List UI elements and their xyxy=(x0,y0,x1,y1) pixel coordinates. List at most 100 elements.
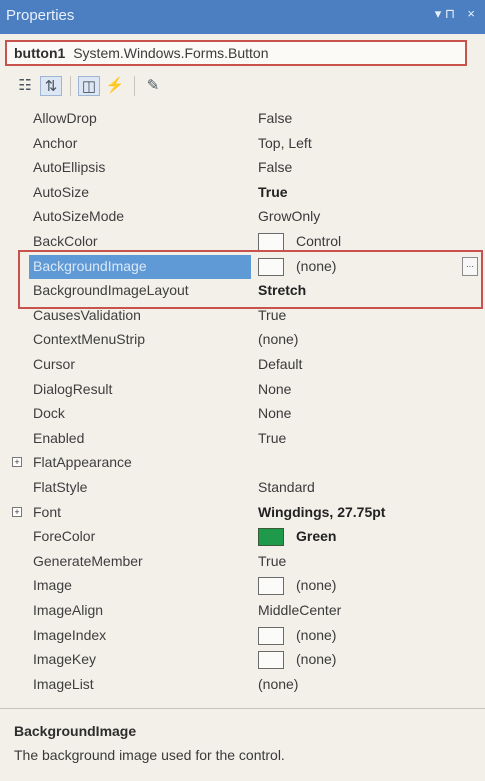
property-name: Cursor xyxy=(33,356,76,372)
property-value[interactable]: (none) xyxy=(258,331,298,347)
property-value[interactable]: (none) xyxy=(296,258,336,274)
property-value[interactable]: Top, Left xyxy=(258,135,312,151)
color-swatch xyxy=(258,577,284,595)
description-pane: BackgroundImage The background image use… xyxy=(0,708,485,781)
close-icon[interactable]: × xyxy=(467,6,475,21)
property-value[interactable]: None xyxy=(258,381,291,397)
color-swatch xyxy=(258,233,284,251)
property-row-location[interactable]: +Location87, 101 xyxy=(0,697,485,701)
property-name: AutoEllipsis xyxy=(33,159,106,175)
property-row-backcolor[interactable]: BackColor Control xyxy=(0,230,485,254)
property-row-anchor[interactable]: Anchor Top, Left xyxy=(0,132,485,156)
property-row-cursor[interactable]: Cursor Default xyxy=(0,353,485,377)
property-value[interactable]: Green xyxy=(296,528,336,544)
property-name: DialogResult xyxy=(33,381,113,397)
property-grid: AllowDrop False Anchor Top, Left AutoEllipsi… xyxy=(0,107,485,701)
property-name: AutoSizeMode xyxy=(33,208,125,224)
property-row-enabled[interactable]: Enabled True xyxy=(0,427,485,451)
property-row-backgroundimagelayout[interactable]: BackgroundImageLayout Stretch xyxy=(0,279,485,303)
property-name: ImageList xyxy=(33,676,94,692)
property-name: Anchor xyxy=(33,135,78,151)
property-value[interactable]: None xyxy=(258,405,291,421)
property-name: ImageAlign xyxy=(33,602,104,618)
property-name: Font xyxy=(33,504,62,520)
properties-titlebar: Properties ▾ ⊓ × xyxy=(0,0,485,34)
property-row-imageindex[interactable]: ImageIndex (none) xyxy=(0,624,485,648)
properties-icon[interactable]: ◫ xyxy=(78,76,100,96)
property-row-allowdrop[interactable]: AllowDrop False xyxy=(0,107,485,131)
categorized-icon[interactable]: ☷ xyxy=(14,76,36,96)
property-value[interactable]: (none) xyxy=(258,676,298,692)
property-value[interactable]: GrowOnly xyxy=(258,208,320,224)
property-row-imagealign[interactable]: ImageAlign MiddleCenter xyxy=(0,599,485,623)
property-name: CausesValidation xyxy=(33,307,141,323)
property-row-autosize[interactable]: AutoSize True xyxy=(0,181,485,205)
description-title: BackgroundImage xyxy=(14,723,137,739)
property-value[interactable]: Stretch xyxy=(258,282,306,298)
property-name: BackgroundImageLayout xyxy=(33,282,189,298)
property-row-imagelist[interactable]: ImageList (none) xyxy=(0,673,485,697)
description-text: The background image used for the contro… xyxy=(14,747,285,763)
ellipsis-button[interactable]: ... xyxy=(462,257,478,276)
object-type: System.Windows.Forms.Button xyxy=(73,45,269,61)
property-row-flatappearance[interactable]: + FlatAppearance xyxy=(0,451,485,475)
property-row-generatemember[interactable]: GenerateMember True xyxy=(0,550,485,574)
property-name: Dock xyxy=(33,405,65,421)
property-name: AllowDrop xyxy=(33,110,97,126)
property-value[interactable]: False xyxy=(258,110,292,126)
property-value[interactable]: 87, 101 xyxy=(258,700,305,701)
property-row-imagekey[interactable]: ImageKey (none) xyxy=(0,648,485,672)
properties-toolbar: ☷ ⇅ ◫ ⚡ ✎ xyxy=(12,74,472,100)
property-row-font[interactable]: + Font Wingdings, 27.75pt xyxy=(0,501,485,525)
color-swatch xyxy=(258,651,284,669)
events-lightning-icon[interactable]: ⚡ xyxy=(104,76,126,96)
property-name: GenerateMember xyxy=(33,553,143,569)
property-row-backgroundimage[interactable]: BackgroundImage (none)... xyxy=(0,255,485,279)
property-value[interactable]: (none) xyxy=(296,627,336,643)
object-name: button1 xyxy=(14,45,66,61)
property-name: Enabled xyxy=(33,430,85,446)
pin-icon[interactable]: ▾ ⊓ xyxy=(435,6,455,22)
property-value[interactable]: True xyxy=(258,430,286,446)
property-row-dialogresult[interactable]: DialogResult None xyxy=(0,378,485,402)
property-row-forecolor[interactable]: ForeColor Green xyxy=(0,525,485,549)
property-name: ContextMenuStrip xyxy=(33,331,146,347)
property-name: AutoSize xyxy=(33,184,90,200)
property-row-dock[interactable]: Dock None xyxy=(0,402,485,426)
property-value[interactable]: Standard xyxy=(258,479,315,495)
property-name: FlatStyle xyxy=(33,479,88,495)
property-value[interactable]: True xyxy=(258,184,288,200)
property-value[interactable]: Default xyxy=(258,356,302,372)
property-value[interactable]: (none) xyxy=(296,651,336,667)
property-value[interactable]: MiddleCenter xyxy=(258,602,341,618)
property-value[interactable]: (none) xyxy=(296,577,336,593)
color-swatch xyxy=(258,258,284,276)
property-row-image[interactable]: Image (none) xyxy=(0,574,485,598)
color-swatch xyxy=(258,627,284,645)
object-selector[interactable]: button1 System.Windows.Forms.Button xyxy=(5,40,467,66)
property-value[interactable]: True xyxy=(258,553,286,569)
property-name: ForeColor xyxy=(33,528,96,544)
property-name: Location xyxy=(33,700,248,701)
property-name: FlatAppearance xyxy=(33,454,132,470)
property-row-autoellipsis[interactable]: AutoEllipsis False xyxy=(0,156,485,180)
toolbar-separator xyxy=(134,76,135,96)
property-name: BackColor xyxy=(33,233,98,249)
expand-icon[interactable]: + xyxy=(12,457,22,467)
property-value[interactable]: Control xyxy=(296,233,341,249)
color-swatch xyxy=(258,528,284,546)
toolbar-separator xyxy=(70,76,71,96)
property-value[interactable]: Wingdings, 27.75pt xyxy=(258,504,385,520)
property-row-causesvalidation[interactable]: CausesValidation True xyxy=(0,304,485,328)
property-value[interactable]: True xyxy=(258,307,286,323)
property-row-flatstyle[interactable]: FlatStyle Standard xyxy=(0,476,485,500)
property-pages-icon[interactable]: ✎ xyxy=(142,76,164,96)
alphabetical-icon[interactable]: ⇅ xyxy=(40,76,62,96)
property-name: ImageKey xyxy=(33,651,97,667)
expand-icon[interactable]: + xyxy=(12,507,22,517)
property-value[interactable]: False xyxy=(258,159,292,175)
property-name: Image xyxy=(33,577,72,593)
window-title: Properties xyxy=(6,7,75,24)
property-row-contextmenustrip[interactable]: ContextMenuStrip (none) xyxy=(0,328,485,352)
property-row-autosizemode[interactable]: AutoSizeMode GrowOnly xyxy=(0,205,485,229)
